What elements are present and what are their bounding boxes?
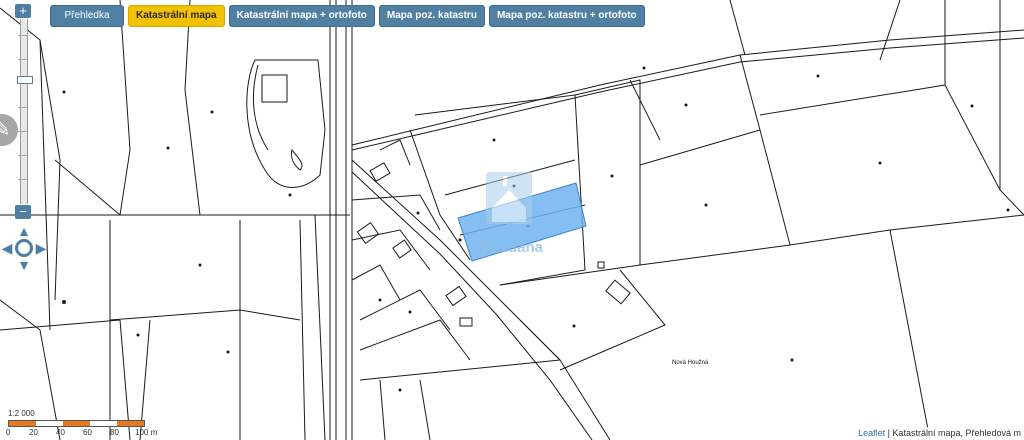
scale-label: 20: [29, 428, 38, 437]
scale-label: 40: [56, 428, 65, 437]
tab-mapa-poz-katastru-ortofoto[interactable]: Mapa poz. katastru + ortofoto: [488, 5, 645, 27]
attribution: Leaflet | Katastrální mapa, Přehledová m: [855, 427, 1024, 440]
arrow-right-icon[interactable]: ▶: [34, 241, 48, 255]
recenter-icon[interactable]: [15, 239, 33, 257]
zoom-tick: [18, 107, 28, 108]
scale-ratio: 1:2 000: [8, 409, 35, 418]
watermark-logo: [486, 172, 532, 224]
tab-mapa-poz-katastru[interactable]: Mapa poz. katastru: [378, 5, 485, 27]
scale-label: 80: [110, 428, 119, 437]
arrow-up-icon[interactable]: ▲: [17, 224, 31, 238]
scale-bar: 1:2 000 0 20 40 60 80 100 m: [6, 409, 168, 437]
scale-label: 0: [6, 428, 11, 437]
zoom-out-button[interactable]: −: [15, 205, 31, 219]
zoom-slider: + −: [15, 4, 33, 219]
place-label: Nová Houžná: [672, 360, 709, 366]
zoom-in-button[interactable]: +: [15, 4, 31, 18]
cadastral-map[interactable]: RKadana Nová Houžná: [0, 0, 1024, 440]
scale-graphic: [8, 420, 145, 427]
zoom-tick: [18, 35, 28, 36]
tab-katastralni-mapa[interactable]: Katastrální mapa: [128, 5, 225, 27]
zoom-tick: [18, 155, 28, 156]
leaflet-link[interactable]: Leaflet: [858, 428, 885, 438]
zoom-tick: [18, 179, 28, 180]
tab-prehledka[interactable]: Přehledka: [50, 5, 124, 27]
layer-switcher: Přehledka Katastrální mapa Katastrální m…: [50, 5, 645, 27]
watermark-text: RKadana: [478, 239, 544, 256]
arrow-left-icon[interactable]: ◀: [0, 241, 14, 255]
scale-label: 60: [83, 428, 92, 437]
attribution-text: | Katastrální mapa, Přehledová m: [885, 428, 1021, 438]
zoom-track[interactable]: [17, 19, 33, 204]
scale-label: 100 m: [135, 428, 158, 437]
pan-control: ▲ ▼ ◀ ▶: [0, 224, 48, 272]
tab-katastralni-mapa-ortofoto[interactable]: Katastrální mapa + ortofoto: [228, 5, 375, 27]
zoom-tick: [18, 59, 28, 60]
zoom-handle[interactable]: [17, 76, 33, 84]
zoom-tick: [18, 131, 28, 132]
arrow-down-icon[interactable]: ▼: [17, 258, 31, 272]
